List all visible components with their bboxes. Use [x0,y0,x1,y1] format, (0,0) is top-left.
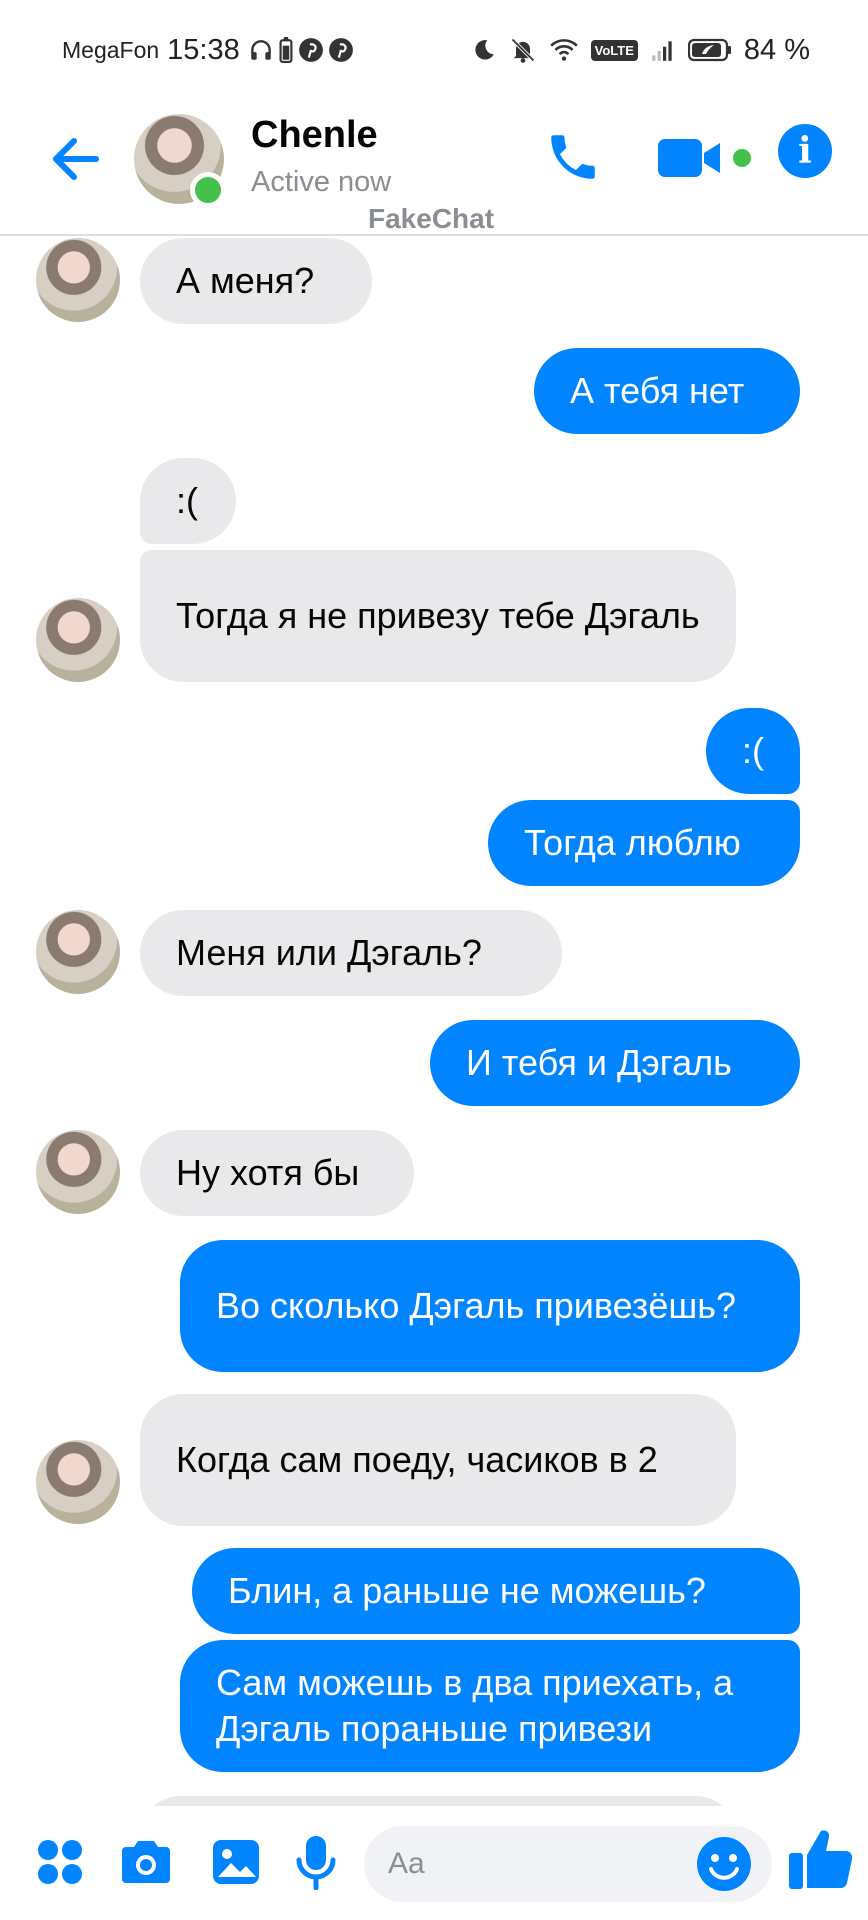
apps-icon [38,1840,82,1884]
back-button[interactable] [46,130,104,188]
outgoing-message[interactable]: А тебя нет [534,348,800,434]
status-bar: MegaFon 15:38 VoLTE 84 % [0,0,868,100]
contact-status: Active now [251,166,392,198]
message-thread[interactable]: А меня? А тебя нет :( Тогда я не привезу… [0,236,868,1806]
outgoing-message[interactable]: Во сколько Дэгаль привезёшь? [180,1240,800,1372]
moon-icon [475,40,494,60]
status-right: VoLTE 84 % [471,30,810,70]
incoming-message[interactable]: Когда сам поеду, часиков в 2 [140,1394,736,1526]
clock: 15:38 [167,33,240,66]
arrow-left-icon [53,138,99,180]
signal-icon [652,41,672,61]
volte-badge: VoLTE [590,39,638,61]
incoming-message[interactable]: Меня или Дэгаль? [140,910,562,996]
like-button[interactable] [786,1824,856,1894]
composer-bar [0,1806,868,1920]
sender-avatar[interactable] [36,598,120,682]
small-battery-icon [279,37,293,63]
gallery-icon [213,1840,259,1884]
video-camera-icon [658,139,751,177]
pinterest-icon-2 [328,38,353,62]
watermark: FakeChat [368,203,495,234]
info-button[interactable]: i [778,124,832,178]
sender-avatar[interactable] [36,1440,120,1524]
phone-icon [551,135,595,179]
thumbs-up-icon [789,1830,853,1889]
emoji-icon [697,1837,751,1891]
chat-header: Chenle Active now FakeChat i [0,100,868,236]
microphone-button[interactable] [286,1832,346,1892]
video-call-button[interactable] [656,130,756,186]
outgoing-message[interactable]: Тогда люблю [488,800,800,886]
headphones-icon [250,40,271,60]
sender-avatar[interactable] [36,910,120,994]
incoming-message[interactable]: Тогда я не привезу тебе Дэгаль [140,550,736,682]
carrier-label: MegaFon [62,36,160,63]
battery-icon [687,38,731,62]
incoming-message[interactable]: Ну хотя бы [140,1130,414,1216]
wifi-icon [549,39,578,61]
bell-muted-icon [510,38,535,63]
battery-percentage: 84 % [743,33,810,66]
microphone-icon [296,1836,336,1890]
status-left: MegaFon 15:38 [62,30,354,70]
apps-button[interactable] [30,1832,90,1892]
emoji-button[interactable] [696,1836,752,1892]
online-indicator [190,172,226,208]
sender-avatar[interactable] [36,238,120,322]
incoming-message-partial [140,1796,736,1806]
audio-call-button[interactable] [540,124,606,190]
gallery-button[interactable] [206,1832,266,1892]
pinterest-icon [298,38,323,62]
outgoing-message[interactable]: Блин, а раньше не можешь? [192,1548,800,1634]
outgoing-message[interactable]: :( [706,708,800,794]
contact-name[interactable]: Chenle [251,114,378,157]
incoming-message[interactable]: А меня? [140,238,372,324]
camera-button[interactable] [116,1832,176,1892]
sender-avatar[interactable] [36,1130,120,1214]
info-icon: i [798,130,812,172]
camera-icon [122,1841,170,1883]
outgoing-message[interactable]: Сам можешь в два приехать, а Дэгаль пора… [180,1640,800,1772]
incoming-message[interactable]: :( [140,458,236,544]
outgoing-message[interactable]: И тебя и Дэгаль [430,1020,800,1106]
notification-icons [248,37,354,63]
